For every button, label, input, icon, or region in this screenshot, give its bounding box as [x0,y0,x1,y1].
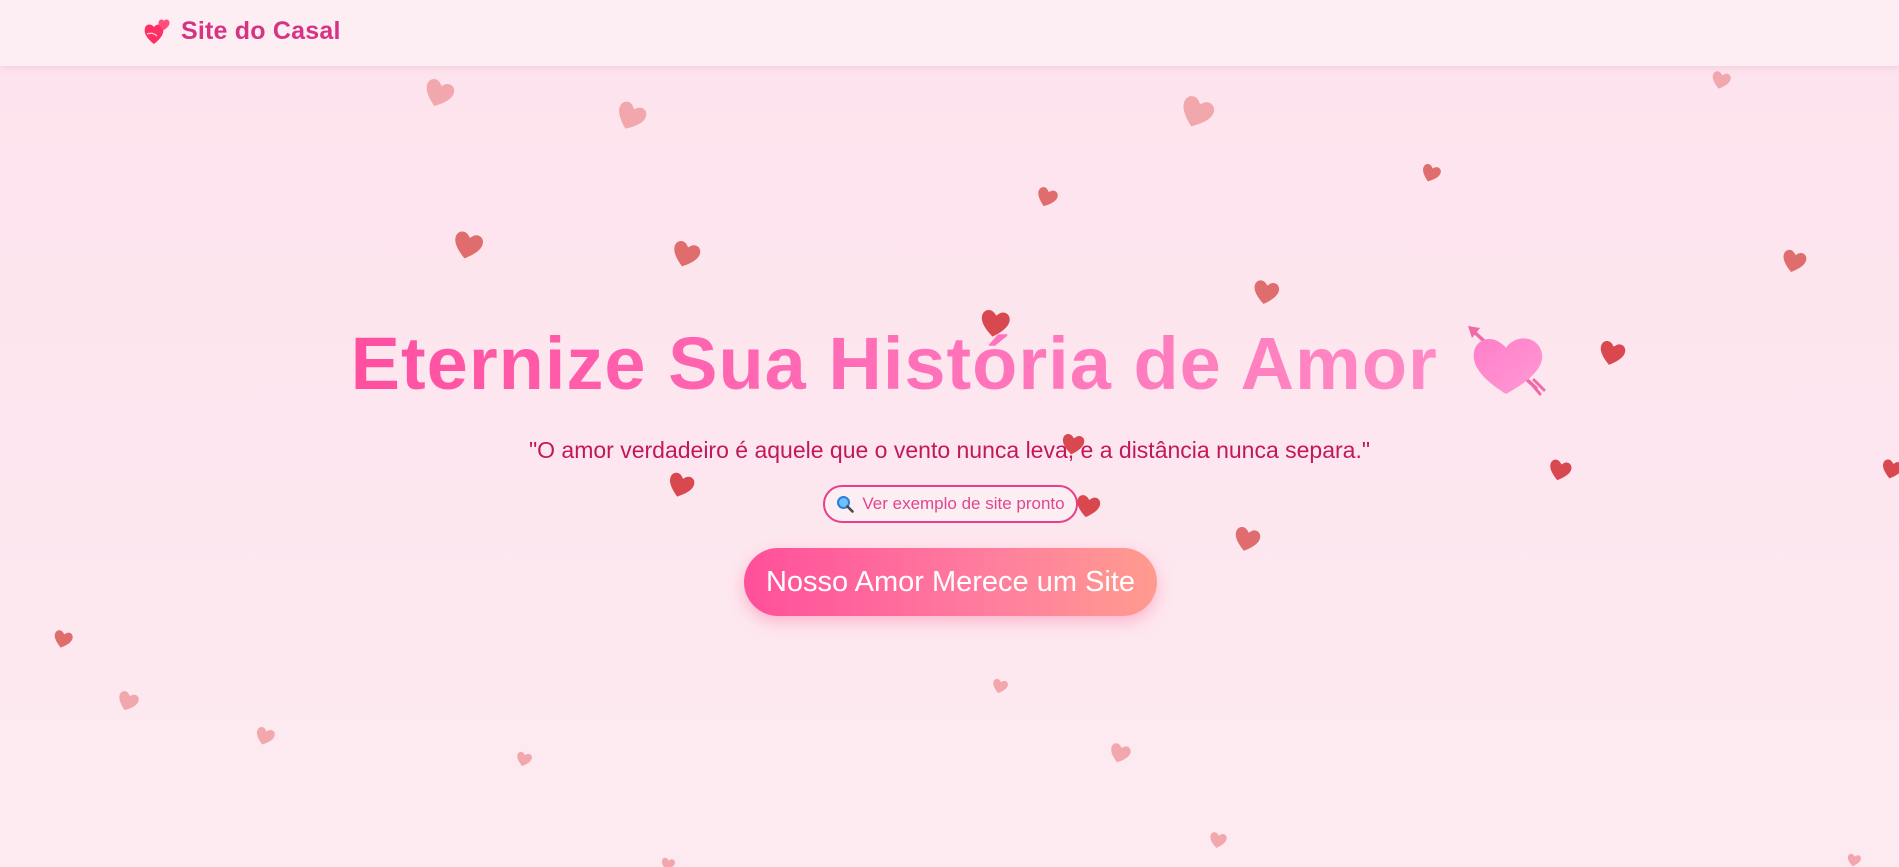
example-site-link[interactable]: Ver exemplo de site pronto [823,485,1078,523]
heart-icon [662,466,700,504]
heart-icon [251,722,279,750]
heart-icon [513,748,535,770]
heart-icon [1845,851,1864,867]
heart-icon [1417,159,1445,187]
hero-title-row: Eternize Sua História de Amor [0,321,1899,406]
heart-icon [1206,828,1230,852]
hero-title: Eternize Sua História de Amor [350,322,1438,405]
heart-icon [1777,244,1811,278]
heart-icon [1032,182,1063,213]
hero-section: Eternize Sua História de Amor "O amor ve… [0,66,1899,867]
example-link-label: Ver exemplo de site pronto [862,494,1065,513]
heart-icon [50,626,77,653]
magnifying-glass-icon [836,495,855,513]
heart-icon [659,855,678,867]
heart-icon [417,71,461,115]
love-quote: "O amor verdadeiro é aquele que o vento … [528,437,1371,463]
brand-name: Site do Casal [181,16,341,45]
two-hearts-icon [143,16,171,46]
heart-icon [1105,738,1135,768]
heart-icon [1248,274,1284,310]
heart-icon [447,224,489,266]
heart-icon [1708,67,1735,94]
heart-icon [609,94,654,139]
heart-with-arrow-icon [1466,322,1548,400]
heart-icon [1229,521,1266,558]
heart-icon [1172,87,1221,136]
heart-icon [666,234,706,274]
heart-icon [989,675,1011,697]
brand-link[interactable]: Site do Casal [143,16,341,46]
create-site-button[interactable]: Nosso Amor Merece um Site [744,548,1157,616]
top-navbar: Site do Casal [0,0,1899,66]
heart-icon [113,686,144,717]
